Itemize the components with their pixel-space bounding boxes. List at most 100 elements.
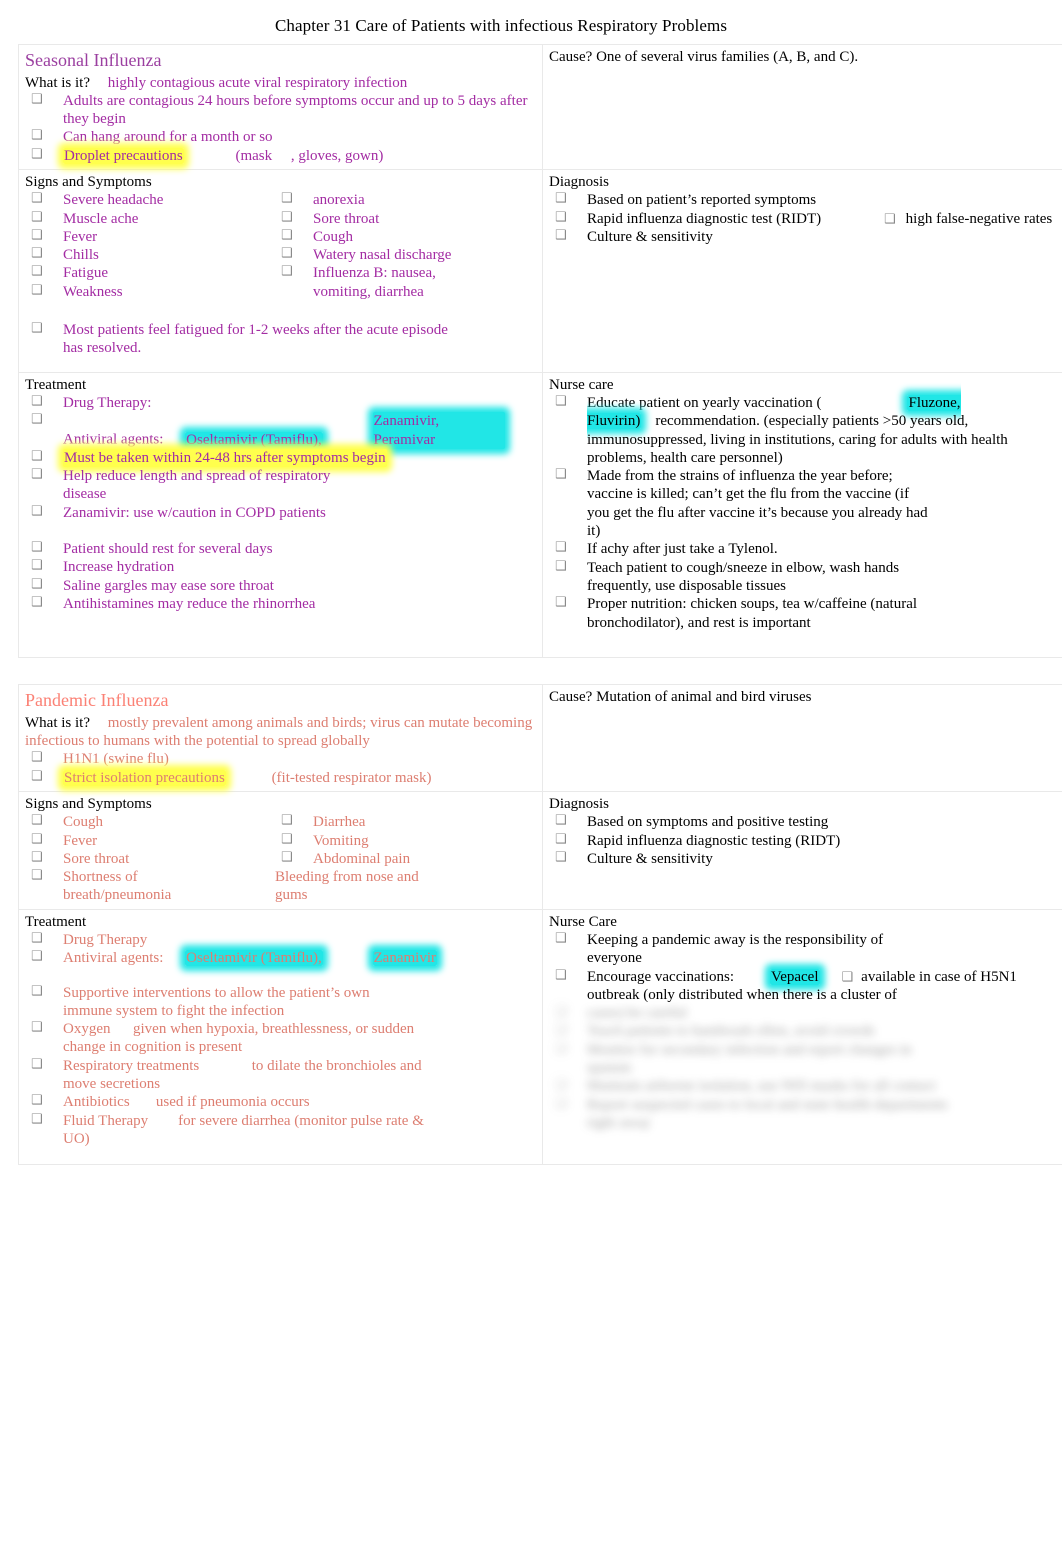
bullet-icon: ❑ — [281, 831, 293, 847]
treatment-label: Treatment — [25, 376, 87, 393]
list-item: ❑ Supportive interventions to allow the p… — [31, 983, 374, 1019]
seasonal-heading: Seasonal Influenza — [25, 50, 162, 70]
bullet-icon: ❑ — [31, 868, 43, 884]
list-item: ❑ Antibiotics used if pneumonia occurs — [31, 1093, 310, 1111]
bullet-icon: ❑ — [31, 540, 43, 556]
list-item: ❑ Abdominal pain — [281, 849, 411, 867]
seasonal-nurse-items: ❑ Teach patient to cough/sneeze in elbow,… — [549, 559, 1060, 632]
bullet-icon: ❑ — [31, 813, 43, 829]
bullet-icon: ❑ — [841, 969, 854, 985]
signs-col2-extra: Bleeding from nose and gums — [275, 869, 419, 904]
list-item: ❑ Drug Therapy — [31, 930, 148, 948]
vaccine-post: recommendation. (especially patients >50… — [587, 413, 1008, 466]
table-row: Signs and Symptoms ❑ Cough ❑ Fever ❑ Sore t… — [18, 790, 1062, 910]
bullet-icon: ❑ — [31, 146, 43, 162]
list-item: ❑ Sore throat — [281, 209, 380, 227]
bullet-icon: ❑ — [281, 246, 293, 262]
bullet-icon: ❑ — [281, 191, 293, 207]
ridt-note: high false-negative rates — [905, 210, 1053, 227]
seasonal-drug-therapy-list: ❑ Drug Therapy: — [25, 394, 536, 412]
bullet-icon: ❑ — [555, 595, 567, 611]
seasonal-fatigue-note-list: ❑ Most patients feel fatigued for 1-2 wee… — [25, 321, 536, 358]
pandemic-cause-cell: Cause? Mutation of animal and bird virus… — [542, 684, 1062, 792]
table-row: Signs and Symptoms ❑ Severe headache ❑ Mus… — [18, 168, 1062, 373]
signs-and-symptoms-label: Signs and Symptoms — [25, 173, 152, 190]
list-item: ❑ Made from the strains of influenza the … — [555, 467, 928, 540]
seasonal-cause-cell: Cause? One of several virus families (A,… — [542, 44, 1062, 170]
list-item: ❑ Rapid influenza diagnostic test (RIDT)… — [555, 209, 1053, 227]
bullet-icon: ❑ — [31, 209, 43, 225]
list-item: ❑ Fatigue — [31, 264, 108, 282]
bullet-icon: ❑ — [31, 393, 43, 409]
bullet-icon: ❑ — [31, 467, 43, 483]
pandemic-nurse-list: ❑ Keeping a pandemic away is the responsi… — [549, 931, 1060, 1004]
seasonal-what-bullets: ❑ Adults are contagious 24 hours before s… — [25, 92, 536, 165]
list-item: ❑ Fever — [31, 227, 98, 245]
pandemic-antiviral-list: ❑ Antiviral agents: Oseltamivir (Tamiflu… — [25, 949, 536, 967]
antiviral-drug-1: Oseltamivir (Tamiflu), — [185, 950, 323, 967]
antiviral-label: Antiviral agents: — [63, 950, 164, 967]
list-item: ❑ Watery nasal discharge — [281, 246, 452, 264]
list-item: ❑ Muscle ache — [31, 209, 139, 227]
list-item: ❑ Patient should rest for several days — [31, 540, 273, 558]
list-item: ❑ Culture & sensitivity — [555, 227, 713, 245]
seasonal-influenza-table: Seasonal Influenza What is it? highly co… — [18, 44, 1062, 659]
seasonal-what-is-it: What is it? highly contagious acute vira… — [25, 74, 536, 92]
signs-column-2: ❑ anorexia ❑ Sore throat ❑ Cough ❑ Watery na… — [275, 191, 536, 301]
bullet-icon: ❑ — [555, 227, 567, 243]
list-item: ❑ Must be taken within 24-48 hrs after sy… — [31, 448, 387, 468]
list-item: ❑ Based on symptoms and positive testing — [555, 813, 829, 831]
bullet-icon: ❑ — [555, 467, 567, 483]
pandemic-nurse-care-cell: Nurse Care ❑ Keeping a pandemic away is t… — [542, 908, 1062, 1166]
signs-columns: ❑ Severe headache ❑ Muscle ache ❑ Fever ❑ Ch… — [25, 191, 536, 301]
seasonal-diagnosis-list: ❑ Based on patient’s reported symptoms ❑ … — [549, 191, 1060, 246]
bullet-icon: ❑ — [31, 983, 43, 999]
pandemic-what-bullets: ❑ H1N1 (swine flu) ❑ Strict isolation pre… — [25, 750, 536, 787]
seasonal-nurse-vaccine-list: ❑ Educate patient on yearly vaccination … — [549, 394, 1060, 467]
list-item: ❑ Weakness — [31, 282, 123, 300]
list-item: ❑ cases) be careful — [555, 1004, 687, 1022]
strict-isolation-rest: (fit-tested respirator mask) — [271, 769, 432, 786]
list-item: ❑ If achy after just take a Tylenol. — [555, 540, 778, 558]
list-item: ❑ Culture & sensitivity — [555, 849, 713, 867]
list-item: ❑ Sore throat — [31, 849, 130, 867]
diagnosis-label: Diagnosis — [549, 795, 609, 812]
seasonal-overview-cell: Seasonal Influenza What is it? highly co… — [18, 44, 543, 170]
list-item-droplet-precautions: ❑ Droplet precautions (mask , gloves, go… — [25, 147, 536, 165]
list-item: ❑ Diarrhea — [281, 813, 366, 831]
pandemic-treatment-cell: Treatment ❑ Drug Therapy ❑ Antiviral agen… — [18, 908, 543, 1166]
list-item: ❑ H1N1 (swine flu) — [31, 750, 169, 768]
table-row: Seasonal Influenza What is it? highly co… — [18, 44, 1062, 170]
seasonal-signs-cell: Signs and Symptoms ❑ Severe headache ❑ Mus… — [18, 168, 543, 373]
bullet-icon: ❑ — [555, 558, 567, 574]
pandemic-overview-cell: Pandemic Influenza What is it? mostly pr… — [18, 684, 543, 792]
list-item: ❑ anorexia — [281, 191, 365, 209]
signs-column-1: ❑ Cough ❑ Fever ❑ Sore throat ❑ Shortness of… — [25, 813, 275, 904]
page-title: Chapter 31 Care of Patients with infecti… — [274, 16, 728, 35]
bullet-icon: ❑ — [31, 1111, 43, 1127]
signs-columns: ❑ Cough ❑ Fever ❑ Sore throat ❑ Shortness of… — [25, 813, 536, 904]
pandemic-influenza-table: Pandemic Influenza What is it? mostly pr… — [18, 684, 1062, 1166]
bullet-icon: ❑ — [555, 831, 567, 847]
bullet-icon: ❑ — [281, 849, 293, 865]
list-item: ❑ Keeping a pandemic away is the responsi… — [555, 930, 884, 967]
antiviral-label: Antiviral agents: — [63, 431, 164, 448]
list-item: ❑ Can hang around for a month or so — [31, 128, 273, 146]
list-item: ❑ Fever — [31, 831, 98, 849]
what-is-it-value: mostly prevalent among animals and birds… — [25, 714, 533, 750]
pandemic-what-is-it: What is it? mostly prevalent among anima… — [25, 714, 536, 751]
list-item: ❑ Monitor for secondary infection and rep… — [555, 1040, 912, 1077]
list-item: ❑ Respiratory treatments to dilate the br… — [31, 1056, 426, 1093]
strict-isolation-highlight: Strict isolation precautions — [63, 769, 226, 786]
antiviral-drug-2: Zanamivir, Peramivar — [372, 412, 505, 449]
bullet-icon: ❑ — [555, 1077, 567, 1093]
list-item: ❑ Saline gargles may ease sore throat — [31, 576, 274, 594]
bullet-icon: ❑ — [555, 1040, 567, 1056]
bullet-icon: ❑ — [281, 813, 293, 829]
list-item: ❑ Teach patients to handwash often, avoid… — [555, 1022, 875, 1040]
antiviral-drug-2: Zanamivir — [372, 950, 437, 967]
table-row: Pandemic Influenza What is it? mostly pr… — [18, 684, 1062, 792]
bullet-icon: ❑ — [31, 1020, 43, 1036]
seasonal-cause-text: Cause? One of several virus families (A,… — [549, 49, 859, 65]
seasonal-vaccine-subs: ❑ Made from the strains of influenza the … — [549, 467, 1060, 558]
